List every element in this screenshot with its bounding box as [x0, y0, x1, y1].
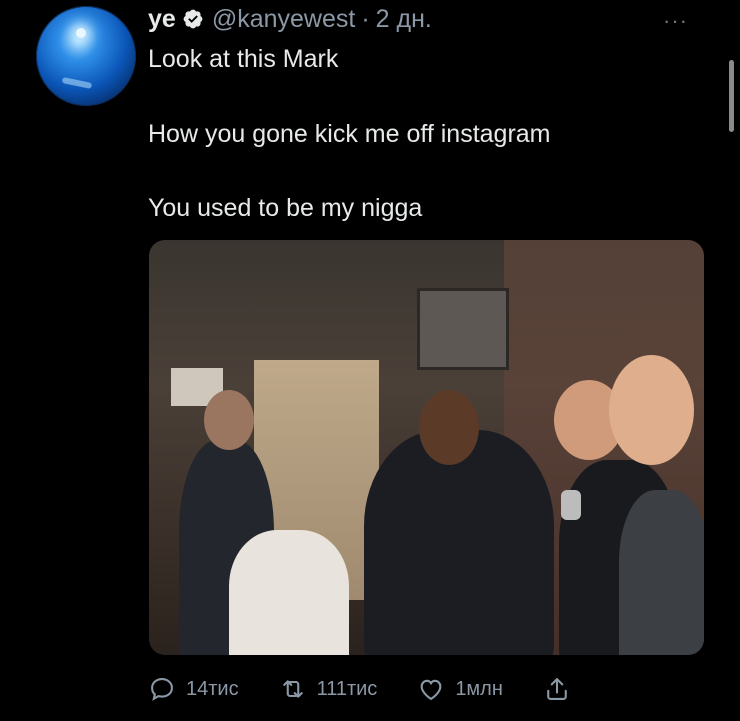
share-icon [547, 678, 567, 700]
reply-button[interactable]: 14тис [148, 675, 239, 703]
photo-person-front [229, 530, 349, 655]
separator-dot: · [361, 4, 370, 33]
avatar-glint [61, 76, 93, 90]
retweet-button[interactable]: 111тис [279, 675, 378, 703]
like-count: 1млн [455, 677, 503, 700]
author-handle[interactable]: @kanyewest [212, 5, 356, 34]
author-name[interactable]: ye [148, 5, 176, 34]
tweet-text-line-2: How you gone kick me off instagram [148, 120, 551, 148]
tweet-actions: 14тис 111тис 1млн [148, 672, 621, 706]
tweet-time[interactable]: 2 дн. [376, 5, 432, 34]
tweet-header: ye @kanyewest · 2 дн. [148, 4, 432, 34]
scrollbar-thumb[interactable] [729, 60, 734, 132]
tweet-text-line-1: Look at this Mark [148, 45, 339, 73]
photo-microphone [561, 490, 581, 520]
photo-person-center-head [419, 390, 479, 465]
photo-speaker [417, 288, 509, 370]
reply-icon [151, 678, 173, 701]
like-button[interactable]: 1млн [417, 675, 503, 703]
heart-icon [420, 679, 442, 701]
share-button[interactable] [543, 675, 581, 703]
photo-person-center [364, 430, 554, 655]
tweet-text-line-3: You used to be my nigga [148, 194, 423, 222]
more-options-icon[interactable]: ··· [663, 8, 688, 34]
photo-person-left-head [204, 390, 254, 450]
verified-badge-icon [182, 8, 204, 30]
retweet-icon [282, 680, 303, 698]
avatar[interactable] [36, 6, 136, 106]
tweet-photo[interactable] [149, 240, 704, 655]
photo-person-far-right-head [609, 355, 694, 465]
reply-count: 14тис [186, 677, 239, 700]
retweet-count: 111тис [316, 677, 378, 700]
photo-person-far-right [619, 490, 704, 655]
